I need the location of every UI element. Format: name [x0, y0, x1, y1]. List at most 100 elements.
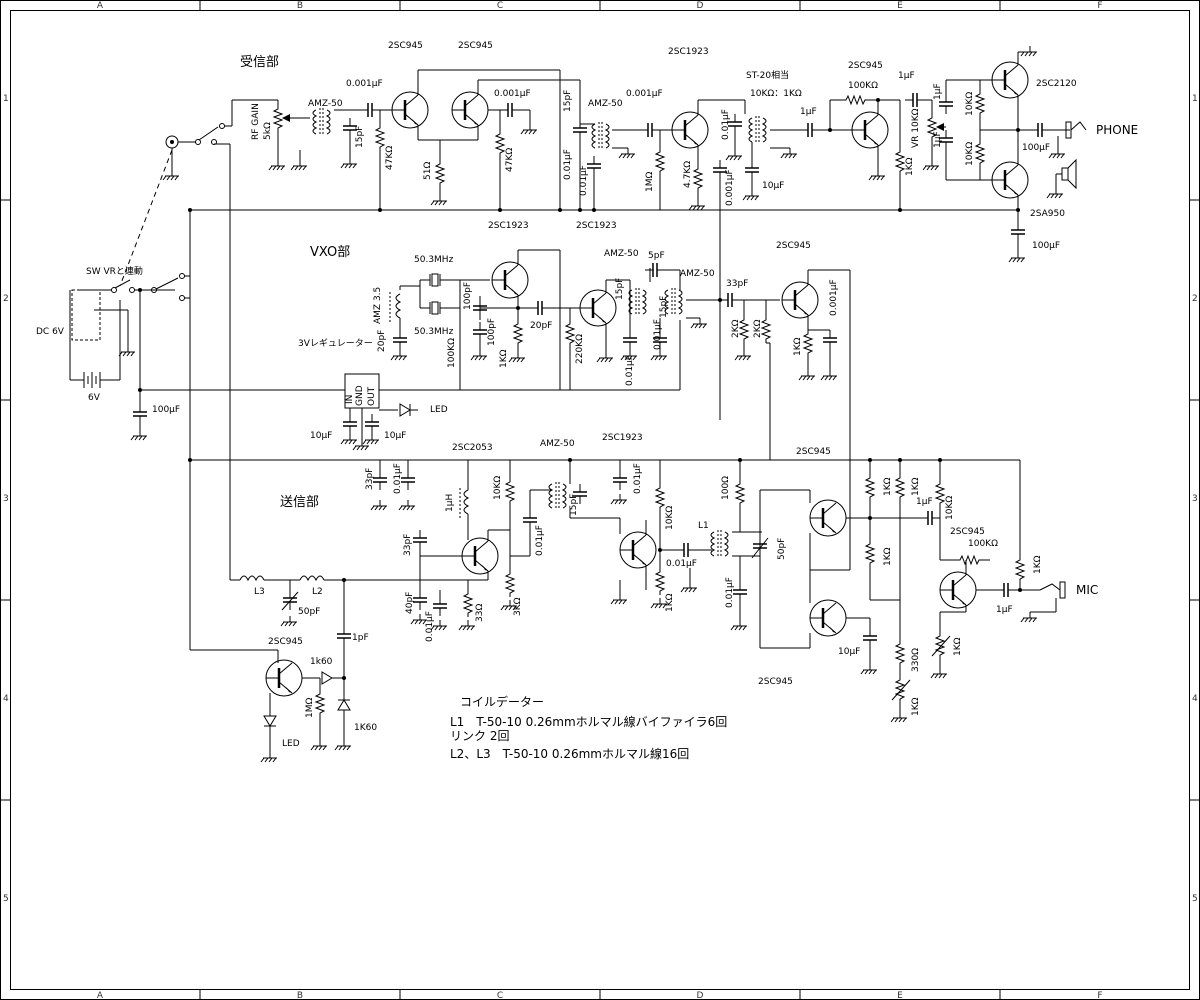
amz-vxo1-label: AMZ-50: [604, 249, 639, 259]
diode-1k60-a: [321, 671, 333, 685]
c001-tx5: 0.01μF: [666, 559, 697, 569]
transistor-rx-if: [670, 110, 710, 150]
transistor-rx-q1: [390, 90, 430, 130]
coil-notes-line2: リンク 2回: [450, 729, 509, 743]
coil-notes-line3: L2、L3 T-50-10 0.26mmホルマル線16回: [450, 746, 689, 761]
r100k-c: 100KΩ: [447, 338, 457, 368]
coil-notes-line1: L1 T-50-10 0.26mmホルマル線バイファイラ6回: [450, 714, 727, 729]
r10k-d: 10KΩ: [665, 506, 675, 530]
led-b-label: LED: [282, 739, 300, 749]
c100u-a: 100μF: [1032, 241, 1060, 251]
amz-vxo2-label: AMZ-50: [680, 269, 715, 279]
transistor-tx-led: [264, 658, 304, 698]
x1-label: 50.3MHz: [414, 255, 454, 265]
transistor-tx-mic: [938, 570, 978, 610]
tr-switch: [198, 126, 219, 141]
c1u-f: 1μF: [996, 605, 1013, 615]
d1k60-b: 1K60: [354, 723, 377, 733]
c100p-a: 100pF: [463, 282, 473, 310]
mic-label: MIC: [1076, 583, 1098, 597]
r47k-b: 47KΩ: [505, 148, 515, 172]
vxo-section: IN GND OUT 3Vレギュレーター 10μF 10μF LED AMZ 3…: [298, 241, 851, 570]
r10k-b: 10KΩ: [965, 142, 975, 166]
row-label: 2: [1192, 294, 1198, 304]
regulator-label: 3Vレギュレーター: [298, 338, 373, 349]
r51: 51Ω: [423, 162, 433, 180]
reg-in: IN: [345, 395, 355, 404]
col-label: F: [1097, 1, 1102, 11]
c5p-label: 5pF: [648, 251, 665, 261]
crystal-1: [431, 273, 439, 287]
c1u-a: 1μF: [800, 107, 817, 117]
c33p-c: 33pF: [403, 534, 413, 556]
r1k-i: 1KΩ: [953, 637, 963, 656]
section-vxo-title: VXO部: [310, 245, 350, 260]
reg-gnd: GND: [355, 385, 365, 406]
c001-rx2: 0.01μF: [579, 165, 589, 196]
c001-a: 0.001μF: [346, 79, 383, 89]
reg-out: OUT: [367, 386, 377, 406]
row-label: 5: [1192, 894, 1198, 904]
r33-label: 33Ω: [475, 604, 485, 622]
rx-lbl-a: 2SC1923: [488, 221, 529, 231]
c001-tx4: 0.01μF: [633, 463, 643, 494]
r100-label: 100Ω: [721, 476, 731, 500]
r1k-e: 1KΩ: [883, 477, 893, 496]
c15p-d: 15pF: [659, 296, 669, 318]
c001-rx1: 0.01μF: [563, 149, 573, 180]
c1u-c: 1μF: [933, 83, 943, 100]
c100u-c: 100μF: [152, 405, 180, 415]
r1k-f: 1KΩ: [883, 547, 893, 566]
d1k60-a: 1k60: [310, 657, 333, 667]
transistor-vxo-osc: [490, 260, 530, 300]
col-label: C: [497, 1, 503, 11]
rx-q2-type: 2SC945: [458, 41, 493, 51]
rx-af-type: 2SC945: [848, 61, 883, 71]
r1k-h: 1KΩ: [911, 697, 921, 716]
c001-e: 0.001μF: [829, 279, 839, 316]
r10k-a: 10KΩ: [965, 92, 975, 116]
transistor-tx-bal-top: [808, 498, 848, 538]
c50p-b: 50pF: [298, 607, 320, 617]
c001-rx3: 0.01μF: [721, 109, 731, 140]
r1k-b: 1KΩ: [499, 349, 509, 368]
r2k-a: 2KΩ: [731, 319, 741, 338]
r47k-a: 47KΩ: [385, 146, 395, 170]
dc-jack: [71, 289, 101, 341]
c20p-b: 20pF: [530, 321, 552, 331]
c33p-b: 33pF: [365, 468, 375, 490]
vxo-coil: [395, 293, 402, 319]
switch-link: [119, 149, 173, 287]
c10u-a: 10μF: [762, 181, 784, 191]
transistor-out-top: [990, 60, 1030, 100]
coil-notes-title: コイルデーター: [460, 694, 544, 709]
col-label: B: [297, 991, 303, 1000]
led-indicator-a: [399, 403, 411, 417]
amz-rx1-label: AMZ-50: [308, 99, 343, 109]
crystal-2: [431, 301, 439, 315]
c001-vxo: 0.01μF: [653, 319, 663, 350]
c001-b: 0.001μF: [494, 89, 531, 99]
transistor-out-bot: [990, 160, 1030, 200]
r10k-c: 10KΩ: [493, 476, 503, 500]
speaker-icon: [1061, 167, 1069, 181]
diode-1k60-b: [337, 699, 351, 711]
rx-if-type: 2SC1923: [668, 47, 709, 57]
x2-label: 50.3MHz: [414, 327, 454, 337]
dc6v-label: DC 6V: [36, 327, 65, 337]
coil-1uh: [463, 489, 470, 515]
c001-rx4: 0.01μF: [625, 355, 635, 386]
c001-tx3: 0.01μF: [535, 525, 545, 556]
tx-bal-bot-type: 2SC945: [758, 677, 793, 687]
c10u-c: 10μF: [384, 431, 406, 441]
st20-ratio: 10KΩ：1KΩ: [750, 89, 802, 99]
c001-tx6: 0.01μF: [725, 577, 735, 608]
mic-jack: [1059, 581, 1066, 599]
vr10k: VR 10KΩ: [911, 108, 921, 148]
transistor-tx-q2: [618, 530, 658, 570]
c33p-a: 33pF: [726, 279, 748, 289]
transistor-tx-q1: [460, 536, 500, 576]
c001-c: 0.001μF: [626, 89, 663, 99]
tx-q1-type: 2SC2053: [452, 443, 493, 453]
c15p-b: 15pF: [563, 90, 573, 112]
